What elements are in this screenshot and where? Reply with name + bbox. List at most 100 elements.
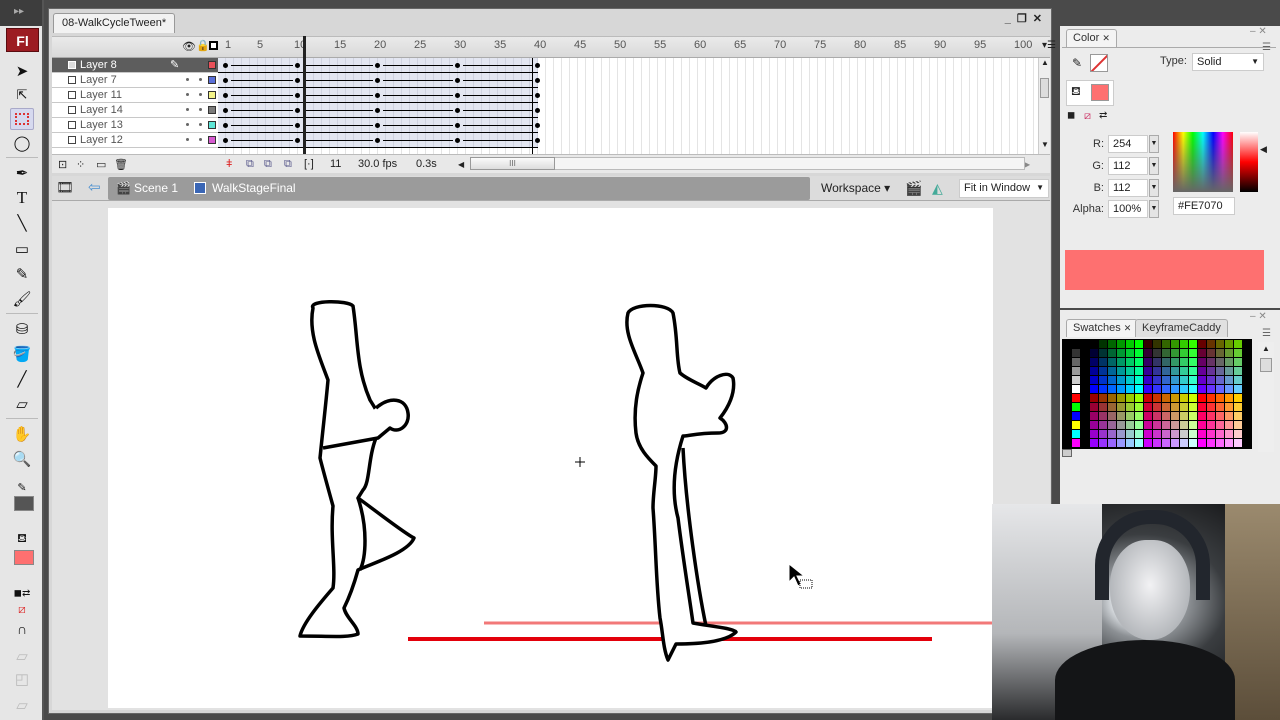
swatch[interactable]: [1072, 358, 1080, 366]
breadcrumb-scene[interactable]: Scene 1: [134, 181, 178, 195]
lock-dot[interactable]: [199, 123, 202, 126]
playhead[interactable]: [303, 36, 306, 154]
swatch[interactable]: [1234, 394, 1242, 402]
swatch[interactable]: [1162, 349, 1170, 357]
snap-magnet-icon[interactable]: ∩: [10, 618, 34, 640]
swatch[interactable]: [1225, 385, 1233, 393]
swatch[interactable]: [1171, 412, 1179, 420]
swatch[interactable]: [1126, 340, 1134, 348]
keyframe[interactable]: [535, 78, 540, 83]
swatch[interactable]: [1108, 403, 1116, 411]
swatch[interactable]: [1126, 376, 1134, 384]
line-tool-icon[interactable]: ╲: [10, 212, 34, 234]
swatch[interactable]: [1234, 430, 1242, 438]
swatch[interactable]: [1162, 430, 1170, 438]
keyframe[interactable]: [375, 123, 380, 128]
ink-bottle-tool-icon[interactable]: ⛁: [10, 318, 34, 340]
keyframe[interactable]: [455, 123, 460, 128]
swatch[interactable]: [1162, 403, 1170, 411]
swatch[interactable]: [1063, 412, 1071, 420]
swatch[interactable]: [1216, 439, 1224, 447]
swatch[interactable]: [1099, 421, 1107, 429]
swatch[interactable]: [1198, 376, 1206, 384]
swatch[interactable]: [1144, 403, 1152, 411]
swatch[interactable]: [1225, 394, 1233, 402]
swatch[interactable]: [1198, 385, 1206, 393]
swatch[interactable]: [1234, 349, 1242, 357]
swatch[interactable]: [1225, 403, 1233, 411]
keyframe[interactable]: [223, 63, 228, 68]
swatch[interactable]: [1126, 421, 1134, 429]
swatch[interactable]: [1081, 403, 1089, 411]
swatch[interactable]: [1144, 349, 1152, 357]
swatch[interactable]: [1090, 349, 1098, 357]
swatch[interactable]: [1171, 394, 1179, 402]
swatch[interactable]: [1063, 403, 1071, 411]
fill-color-box[interactable]: [1091, 84, 1109, 101]
keyframe[interactable]: [295, 108, 300, 113]
keyframe[interactable]: [223, 78, 228, 83]
rectangle-tool-icon[interactable]: ▭: [10, 238, 34, 260]
swatch[interactable]: [1108, 385, 1116, 393]
selection-tool-icon[interactable]: ➤: [10, 60, 34, 82]
swatch[interactable]: [1207, 376, 1215, 384]
hex-field[interactable]: #FE7070: [1173, 197, 1235, 215]
swatch[interactable]: [1099, 376, 1107, 384]
swatch[interactable]: [1225, 376, 1233, 384]
layer-frames-row[interactable]: [218, 133, 540, 148]
swatch[interactable]: [1126, 430, 1134, 438]
swatch[interactable]: [1162, 376, 1170, 384]
keyframe[interactable]: [375, 63, 380, 68]
swatch[interactable]: [1189, 403, 1197, 411]
swatch[interactable]: [1072, 412, 1080, 420]
timeline-toggle-icon[interactable]: 🎞: [56, 179, 74, 196]
red-field[interactable]: 254: [1108, 135, 1148, 153]
keyframe[interactable]: [455, 63, 460, 68]
swatch[interactable]: [1198, 430, 1206, 438]
swatch[interactable]: [1090, 412, 1098, 420]
swatch[interactable]: [1216, 412, 1224, 420]
minimize-button[interactable]: _: [1005, 13, 1017, 25]
swatch[interactable]: [1171, 430, 1179, 438]
swatch-grid[interactable]: [1062, 339, 1252, 449]
swatch[interactable]: [1207, 394, 1215, 402]
swatch[interactable]: [1144, 385, 1152, 393]
swatch[interactable]: [1099, 367, 1107, 375]
lock-dot[interactable]: [199, 93, 202, 96]
keyframe[interactable]: [223, 123, 228, 128]
swatch[interactable]: [1099, 358, 1107, 366]
blue-dropdown[interactable]: ▼: [1149, 179, 1159, 197]
swatch[interactable]: [1189, 421, 1197, 429]
layer-row[interactable]: Layer 12: [52, 133, 218, 148]
swatch[interactable]: [1153, 358, 1161, 366]
swatch[interactable]: [1189, 340, 1197, 348]
swatch[interactable]: [1081, 376, 1089, 384]
swatch[interactable]: [1072, 421, 1080, 429]
swatch[interactable]: [1162, 358, 1170, 366]
panel-collapse-close-icons[interactable]: – ✕: [1250, 311, 1267, 322]
edit-symbols-icon[interactable]: ◭: [932, 180, 943, 197]
swatch[interactable]: [1189, 394, 1197, 402]
swatch[interactable]: [1207, 421, 1215, 429]
swatch[interactable]: [1117, 349, 1125, 357]
swatch[interactable]: [1180, 358, 1188, 366]
swatch[interactable]: [1081, 394, 1089, 402]
swatch[interactable]: [1117, 394, 1125, 402]
swatch[interactable]: [1108, 439, 1116, 447]
swatch[interactable]: [1180, 367, 1188, 375]
swatch[interactable]: [1189, 349, 1197, 357]
lock-dot[interactable]: [199, 78, 202, 81]
onion-skin-icon[interactable]: ⧉: [246, 158, 254, 171]
toolbar-grip[interactable]: ▸▸: [0, 0, 42, 26]
swatch[interactable]: [1081, 421, 1089, 429]
swatch[interactable]: [1108, 349, 1116, 357]
swatch[interactable]: [1108, 412, 1116, 420]
visibility-dot[interactable]: [186, 78, 189, 81]
close-tab-icon[interactable]: ✕: [1124, 323, 1132, 333]
swatch[interactable]: [1117, 421, 1125, 429]
swatch[interactable]: [1081, 430, 1089, 438]
swatch[interactable]: [1108, 430, 1116, 438]
type-select[interactable]: Solid ▼: [1192, 53, 1264, 71]
layer-frames-row[interactable]: [218, 73, 540, 88]
layer-outline-color[interactable]: [208, 121, 216, 129]
